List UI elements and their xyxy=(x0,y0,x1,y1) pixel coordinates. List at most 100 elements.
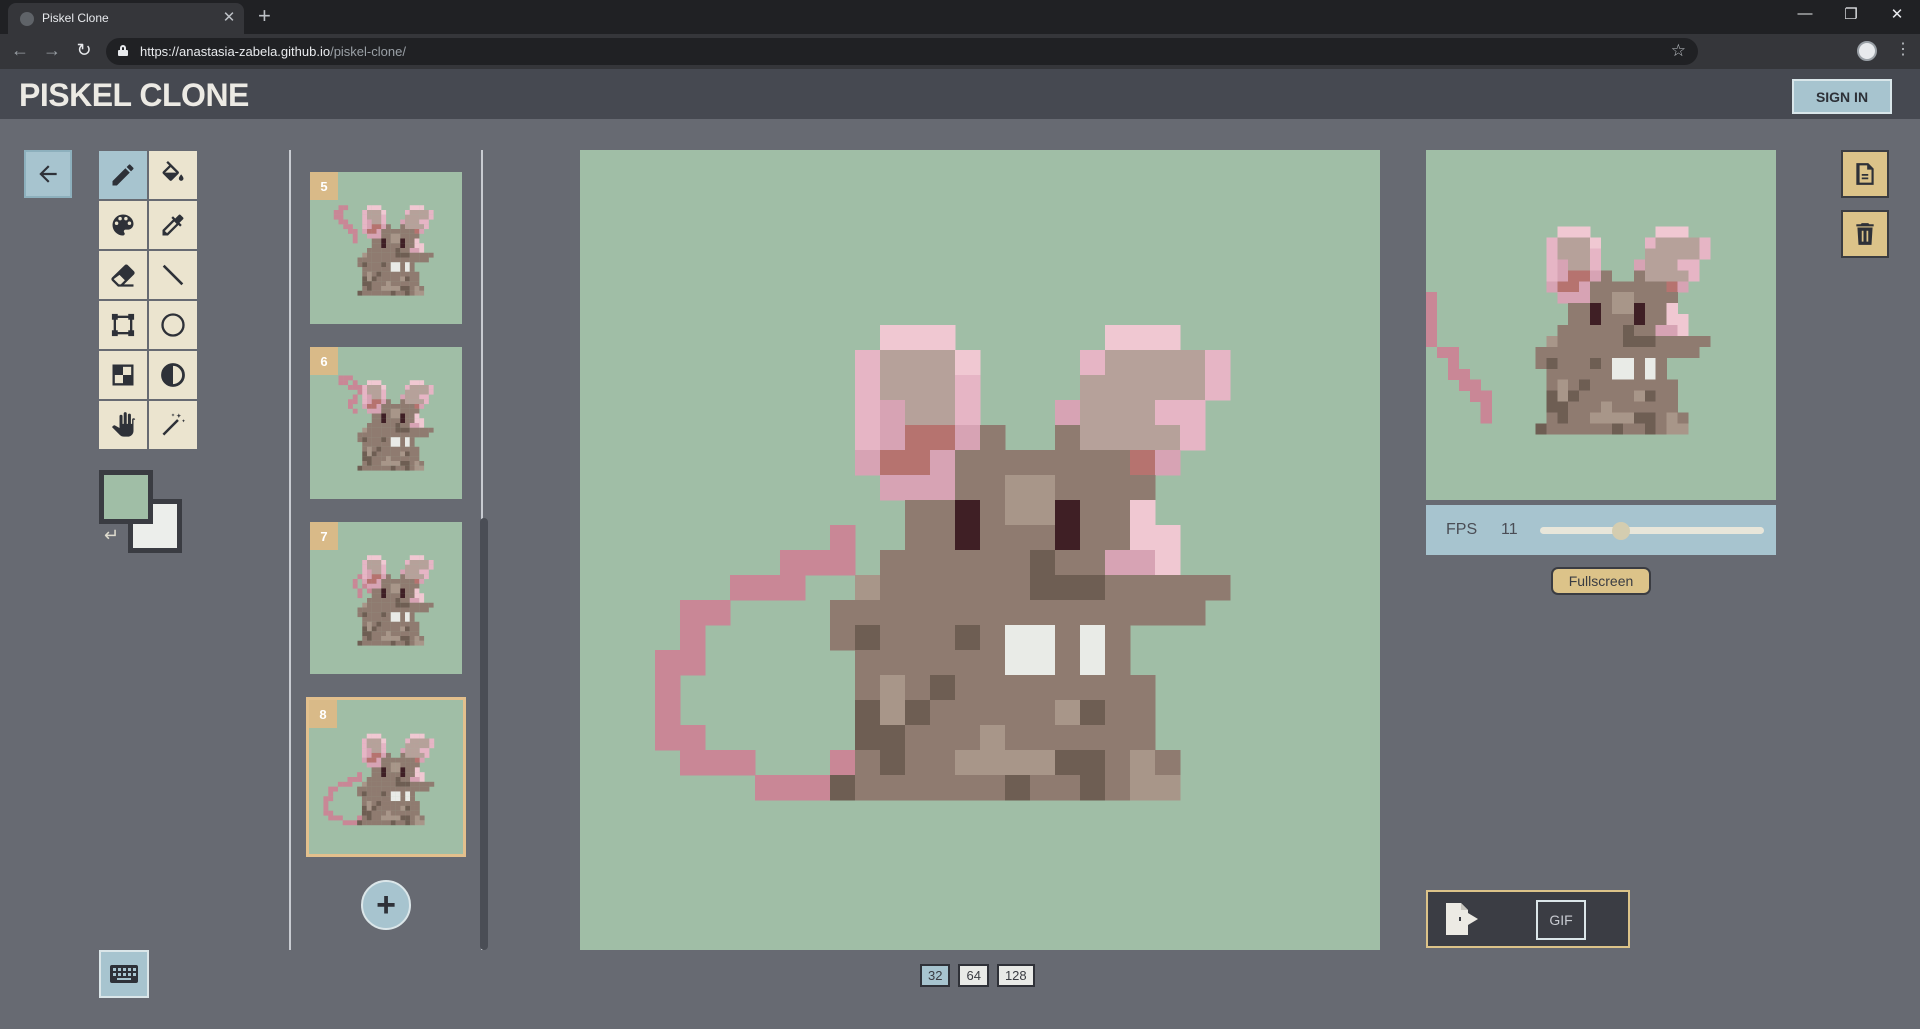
move-tool[interactable] xyxy=(99,401,147,449)
profile-avatar-icon[interactable] xyxy=(1857,41,1877,61)
add-frame-button[interactable]: + xyxy=(361,880,411,930)
sprite-pixel xyxy=(1601,292,1613,304)
restore-icon[interactable]: ❐ xyxy=(1836,5,1866,23)
browser-tab[interactable]: Piskel Clone ✕ xyxy=(8,3,244,34)
sprite-pixel xyxy=(400,427,406,433)
sprite-pixel xyxy=(930,400,956,426)
size-64-button[interactable]: 64 xyxy=(958,964,989,987)
bookmark-star-icon[interactable]: ☆ xyxy=(1671,41,1686,61)
frame-thumbnail[interactable]: 6 xyxy=(310,347,462,499)
sprite-pixel xyxy=(405,451,410,457)
sprite-pixel xyxy=(371,205,377,211)
contrast-icon xyxy=(161,363,185,387)
url-input[interactable]: https://anastasia-zabela.github.io/piske… xyxy=(106,38,1698,65)
sprite-pixel xyxy=(386,271,391,277)
sprite-pixel xyxy=(367,214,372,220)
sprite-pixel xyxy=(386,461,391,466)
sprite-pixel xyxy=(1105,775,1131,801)
size-128-button[interactable]: 128 xyxy=(996,964,1035,987)
fps-slider-thumb[interactable] xyxy=(1611,522,1630,540)
sprite-pixel xyxy=(1005,550,1031,576)
sprite-pixel xyxy=(371,743,377,749)
frame-thumbnail-selected[interactable]: 8 xyxy=(306,697,466,857)
sprite-pixel xyxy=(1590,303,1602,315)
sprite-pixel xyxy=(855,425,881,451)
sprite-pixel xyxy=(376,772,382,778)
tail-pixel xyxy=(1458,379,1470,391)
drawing-canvas[interactable] xyxy=(580,150,1380,950)
sprite-pixel xyxy=(1568,248,1580,260)
back-button[interactable] xyxy=(24,150,72,198)
sprite-pixel xyxy=(367,465,372,471)
sprite-pixel xyxy=(386,640,391,646)
sprite-pixel xyxy=(376,399,382,405)
sprite-pixel xyxy=(414,418,420,424)
sprite-pixel xyxy=(1005,500,1031,526)
sprite-pixel xyxy=(390,757,396,763)
paint-bucket-tool[interactable] xyxy=(149,151,197,199)
tail-pixel xyxy=(362,583,368,589)
frames-scrollbar[interactable] xyxy=(480,518,488,950)
primary-color-swatch[interactable] xyxy=(99,470,153,524)
sprite-pixel xyxy=(386,276,391,282)
reload-icon[interactable]: ↻ xyxy=(72,40,96,61)
rectangle-tool[interactable] xyxy=(99,301,147,349)
pen-tool[interactable] xyxy=(99,151,147,199)
back-nav-icon[interactable]: ← xyxy=(8,40,32,61)
sprite-pixel xyxy=(1080,700,1106,726)
fps-slider[interactable] xyxy=(1540,522,1764,540)
tail-pixel xyxy=(730,750,756,776)
sprite-pixel xyxy=(1611,303,1624,315)
magic-wand-tool[interactable] xyxy=(149,401,197,449)
sprite-pixel xyxy=(371,224,377,230)
sprite-pixel xyxy=(381,588,387,594)
sign-in-button[interactable]: SIGN IN xyxy=(1792,79,1892,114)
delete-button[interactable] xyxy=(1841,210,1889,258)
sprite-pixel xyxy=(409,593,415,599)
sprite-pixel xyxy=(386,446,391,452)
sprite-pixel xyxy=(1590,357,1602,369)
tail-pixel xyxy=(357,593,363,599)
tail-pixel xyxy=(805,550,831,576)
circle-tool[interactable] xyxy=(149,301,197,349)
sprite-pixel xyxy=(414,733,420,739)
line-tool[interactable] xyxy=(149,251,197,299)
new-tab-icon[interactable]: + xyxy=(258,3,271,29)
minimize-icon[interactable]: — xyxy=(1790,5,1820,22)
sprite-pixel xyxy=(855,725,881,751)
export-file-icon[interactable] xyxy=(1444,902,1484,936)
sprite-pixel xyxy=(362,427,368,433)
sprite-pixel xyxy=(414,451,420,457)
sprite-pixel xyxy=(400,432,406,438)
dither-tool[interactable] xyxy=(99,351,147,399)
fullscreen-button[interactable]: Fullscreen xyxy=(1551,567,1651,595)
browser-menu-icon[interactable]: ⋮ xyxy=(1895,39,1911,59)
lighten-tool[interactable] xyxy=(149,351,197,399)
sprite-pixel xyxy=(409,588,415,594)
sprite-pixel xyxy=(395,257,401,263)
eyedropper-tool[interactable] xyxy=(149,201,197,249)
sprite-pixel xyxy=(409,413,415,419)
export-gif-button[interactable]: GIF xyxy=(1536,900,1586,940)
fps-control: FPS 11 xyxy=(1426,505,1776,555)
eyedropper-icon xyxy=(162,214,184,236)
sprite-pixel xyxy=(410,752,415,758)
sprite-pixel xyxy=(367,617,372,622)
sprite-pixel xyxy=(371,612,377,618)
forward-nav-icon[interactable]: → xyxy=(40,40,64,61)
tab-close-icon[interactable]: ✕ xyxy=(220,8,238,26)
eraser-tool[interactable] xyxy=(99,251,147,299)
sprite-pixel xyxy=(1030,575,1056,601)
sprite-pixel xyxy=(855,775,881,801)
frame-thumbnail[interactable]: 7 xyxy=(310,522,462,674)
size-32-button[interactable]: 32 xyxy=(920,964,951,987)
keyboard-shortcuts-button[interactable] xyxy=(99,950,149,998)
palette-tool[interactable] xyxy=(99,201,147,249)
new-document-button[interactable] xyxy=(1841,150,1889,198)
window-close-icon[interactable]: ✕ xyxy=(1882,5,1912,23)
tail-pixel xyxy=(333,214,339,220)
sprite-pixel xyxy=(395,286,401,291)
swap-colors-icon[interactable]: ↵ xyxy=(104,525,119,546)
frame-thumbnail[interactable]: 5 xyxy=(310,172,462,324)
sprite-pixel xyxy=(371,385,377,390)
